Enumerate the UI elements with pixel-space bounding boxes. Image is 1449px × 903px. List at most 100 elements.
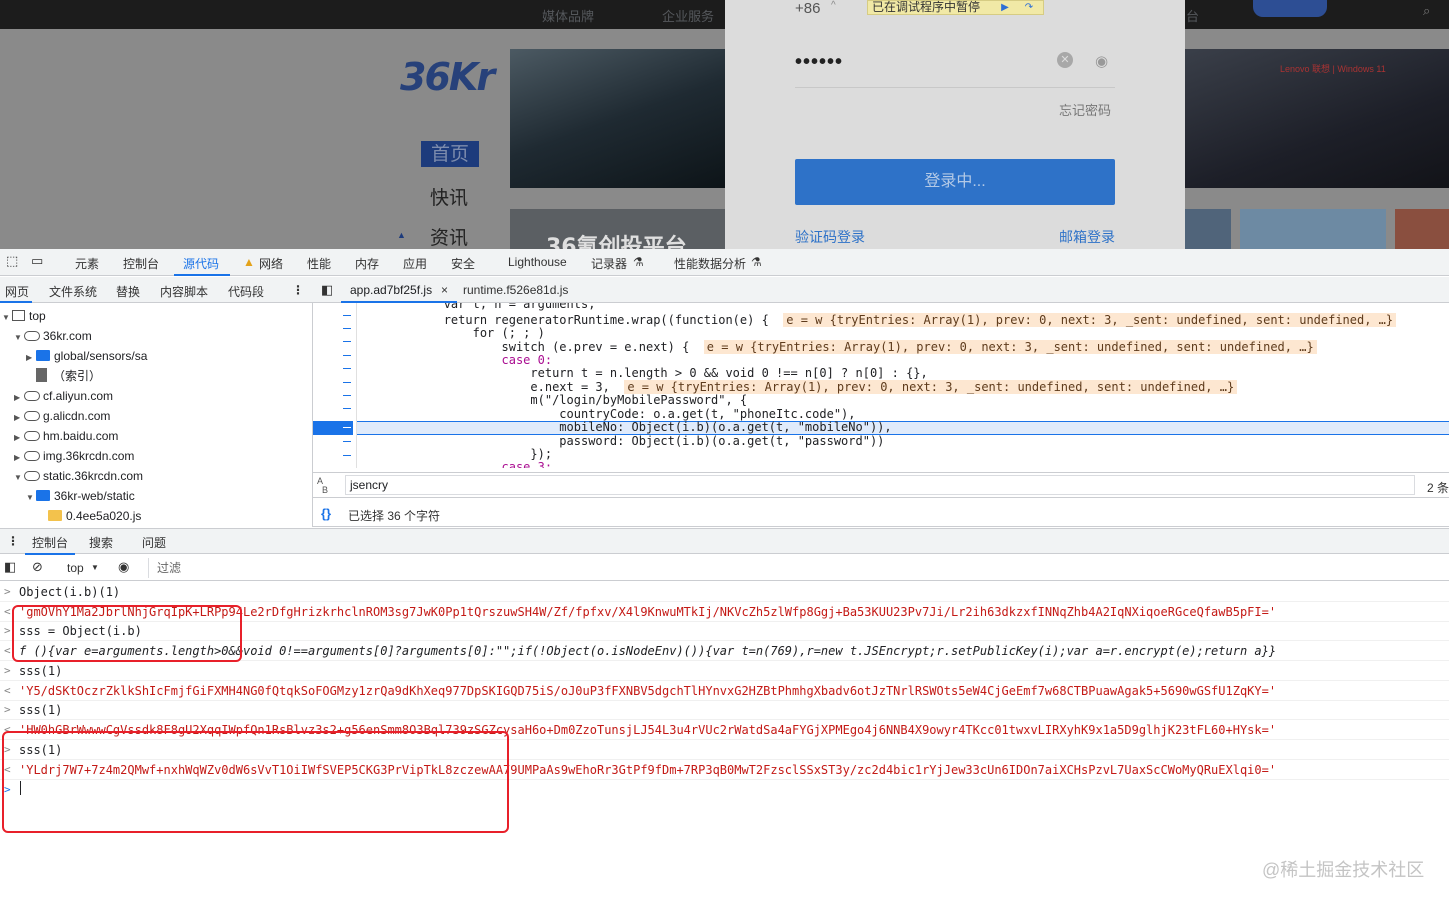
tree-item[interactable]: ▶ img.36krcdn.com	[14, 446, 134, 466]
hero-banner[interactable]	[510, 49, 725, 188]
promo-badge[interactable]	[1253, 0, 1327, 17]
thumb-3[interactable]	[1395, 209, 1449, 249]
side-nav-news[interactable]: 资讯	[430, 223, 468, 249]
tab-elements[interactable]: 元素	[75, 255, 99, 272]
side-nav-flash[interactable]: 快讯	[430, 183, 468, 210]
tab-overrides[interactable]: 替换	[116, 283, 140, 300]
tree-item[interactable]: ▶ g.alicdn.com	[14, 406, 110, 426]
resume-icon[interactable]: ▶	[998, 2, 1012, 14]
caret-down-icon[interactable]: ▼	[2, 308, 12, 328]
context-select[interactable]: top	[67, 561, 84, 575]
eye-icon[interactable]: ◉	[118, 559, 129, 575]
tab-filesystem[interactable]: 文件系统	[49, 283, 97, 300]
country-code-select[interactable]: +86	[795, 0, 820, 17]
caret-down-icon[interactable]: ▼	[14, 468, 24, 488]
ad-banner[interactable]: Lenovo 联想 | Windows 11	[1185, 49, 1449, 188]
gutter-mark[interactable]	[343, 315, 351, 316]
console-output-row[interactable]: < 'Y5/dSKtOczrZklkShIcFmjfGiFXMH4NG0fQtqk…	[0, 681, 1449, 701]
site-logo[interactable]: 36Kr	[400, 55, 495, 99]
tab-application[interactable]: 应用	[403, 255, 427, 272]
breakpoint-marker[interactable]	[313, 421, 353, 435]
drawer-tab-console[interactable]: 控制台	[32, 534, 68, 551]
caret-down-icon[interactable]: ▼	[26, 488, 36, 508]
tab-performance-insights[interactable]: 性能数据分析	[674, 255, 746, 272]
tree-item[interactable]: （索引）	[26, 366, 101, 386]
pretty-print-icon[interactable]: {}	[321, 506, 331, 521]
search-icon[interactable]: ⌕	[1423, 3, 1430, 19]
nav-link-enterprise[interactable]: 企业服务	[662, 6, 714, 25]
password-field[interactable]: ••••••	[795, 51, 843, 74]
thumb-2[interactable]	[1240, 209, 1386, 249]
toggle-navigator-icon[interactable]: ◧	[321, 282, 333, 298]
clear-console-icon[interactable]: ⊘	[32, 559, 43, 575]
editor-tab[interactable]: runtime.f526e81d.js	[463, 283, 568, 297]
caret-right-icon[interactable]: ▶	[14, 408, 24, 428]
match-case-icon[interactable]: A B	[317, 477, 328, 495]
chevron-down-icon[interactable]: ▼	[91, 563, 99, 572]
caret-right-icon[interactable]: ▶	[14, 388, 24, 408]
tab-memory[interactable]: 内存	[355, 255, 379, 272]
tab-recorder[interactable]: 记录器	[591, 255, 627, 272]
step-over-icon[interactable]: ↷	[1022, 2, 1036, 14]
gutter-mark[interactable]	[343, 395, 351, 396]
console-input-row[interactable]: > sss(1)	[0, 700, 1449, 720]
gutter-mark[interactable]	[343, 382, 351, 383]
code-login-link[interactable]: 验证码登录	[795, 227, 865, 247]
caret-down-icon[interactable]: ▼	[14, 328, 24, 348]
more-options-icon[interactable]: ⋮	[292, 283, 304, 297]
close-tab-icon[interactable]: ×	[441, 283, 448, 297]
line-gutter[interactable]	[313, 303, 357, 468]
caret-right-icon[interactable]: ▶	[14, 448, 24, 468]
caret-right-icon[interactable]: ▶	[26, 348, 36, 368]
device-toggle-icon[interactable]: ▭	[31, 253, 43, 269]
sidebar-toggle-icon[interactable]: ◧	[4, 559, 16, 575]
thumb-1[interactable]	[1185, 209, 1231, 249]
tab-sources[interactable]: 源代码	[183, 255, 219, 272]
tab-performance[interactable]: 性能	[307, 255, 331, 272]
gutter-mark[interactable]	[343, 341, 351, 342]
forgot-password-link[interactable]: 忘记密码	[1059, 100, 1111, 119]
tab-lighthouse[interactable]: Lighthouse	[508, 255, 567, 269]
gutter-mark[interactable]	[343, 441, 351, 442]
tree-item[interactable]: ▼ 36kr.com	[14, 326, 92, 346]
sub-banner[interactable]: 36氪创投平台	[510, 209, 725, 249]
chevron-up-icon[interactable]: ^	[831, 0, 836, 11]
nav-link-media[interactable]: 媒体品牌	[542, 6, 594, 25]
login-button[interactable]: 登录中...	[795, 159, 1115, 205]
gutter-mark[interactable]	[343, 355, 351, 356]
side-nav-home[interactable]: 首页	[421, 141, 479, 167]
tab-console[interactable]: 控制台	[123, 255, 159, 272]
drawer-tab-issues[interactable]: 问题	[142, 534, 166, 551]
tree-item[interactable]: ▶ cf.aliyun.com	[14, 386, 113, 406]
code-editor[interactable]: var t, n = arguments; return regenerator…	[313, 303, 1449, 468]
editor-tab-active[interactable]: app.ad7bf25f.js	[350, 283, 432, 297]
mail-login-link[interactable]: 邮箱登录	[1059, 227, 1115, 247]
search-input[interactable]: jsencry	[345, 475, 1415, 495]
console-filter-input[interactable]: 过滤	[148, 558, 1448, 578]
console-input-row[interactable]: > Object(i.b)(1)	[0, 582, 1449, 602]
gutter-mark[interactable]	[343, 328, 351, 329]
tab-page[interactable]: 网页	[5, 283, 29, 300]
tree-item[interactable]: ▼ top	[2, 306, 46, 326]
tree-item[interactable]: ▼ 36kr-web/static	[26, 486, 135, 506]
tree-item[interactable]: ▶ global/sensors/sa	[26, 346, 147, 366]
gutter-mark[interactable]	[343, 455, 351, 456]
tree-item[interactable]: 0.4ee5a020.js	[38, 506, 141, 526]
tab-content-scripts[interactable]: 内容脚本	[160, 283, 208, 300]
tree-item[interactable]: ▼ static.36krcdn.com	[14, 466, 143, 486]
drawer-menu-icon[interactable]: ⋮	[7, 534, 19, 548]
tab-security[interactable]: 安全	[451, 255, 475, 272]
clear-icon[interactable]: ✕	[1057, 52, 1073, 68]
caret-right-icon[interactable]: ▶	[14, 428, 24, 448]
tab-snippets[interactable]: 代码段	[228, 283, 264, 300]
tree-item[interactable]: ▶ hm.baidu.com	[14, 426, 118, 446]
drawer-tab-search[interactable]: 搜索	[89, 534, 113, 551]
result-icon: <	[4, 684, 11, 697]
gutter-mark[interactable]	[343, 408, 351, 409]
tab-network[interactable]: 网络	[259, 255, 283, 272]
eye-slash-icon[interactable]: ◉	[1095, 52, 1108, 70]
nav-link-partial[interactable]: 台	[1186, 6, 1199, 25]
console-input-row[interactable]: > sss(1)	[0, 661, 1449, 681]
inspect-icon[interactable]: ⬚	[6, 253, 18, 269]
gutter-mark[interactable]	[343, 368, 351, 369]
